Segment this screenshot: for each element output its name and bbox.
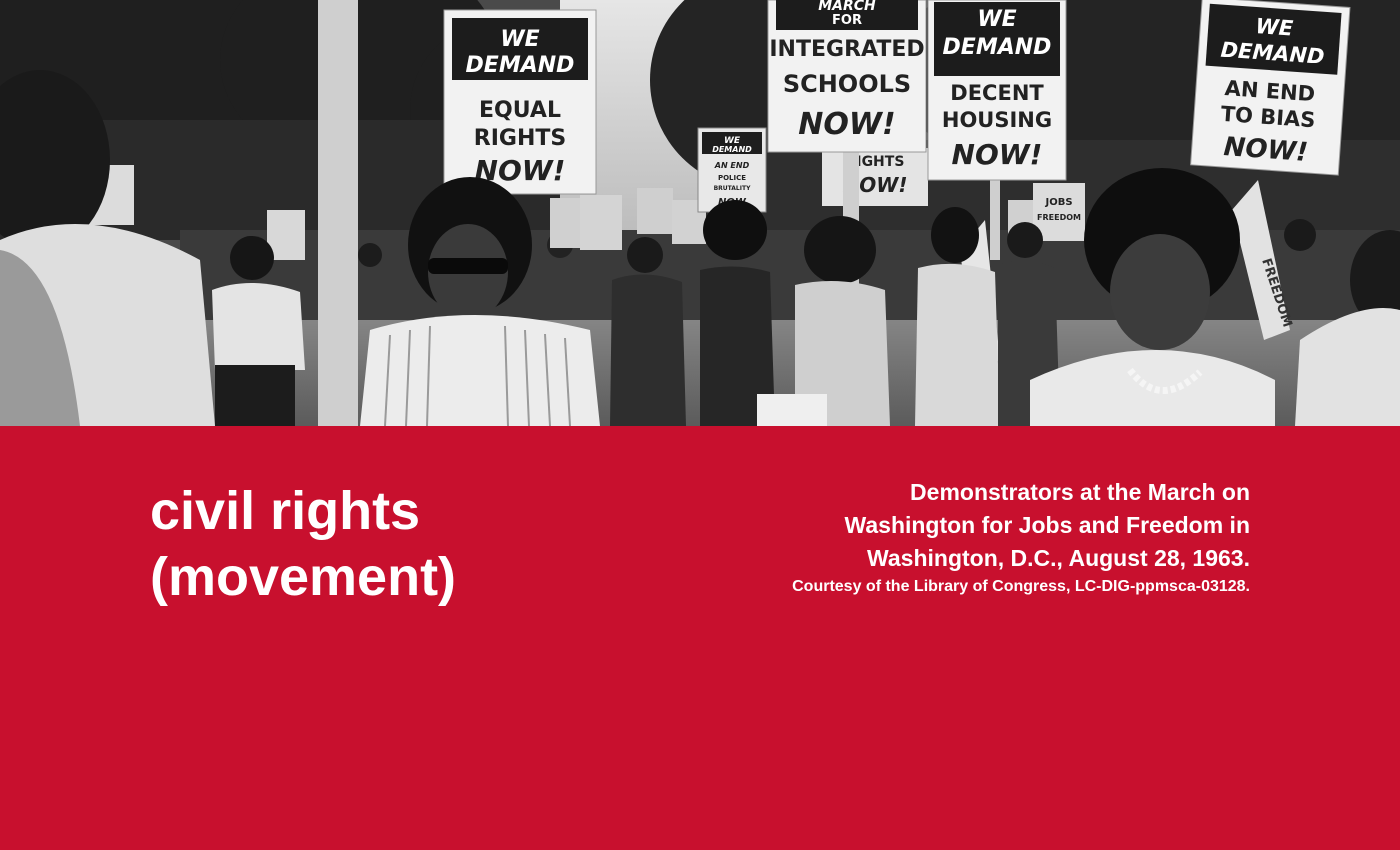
page-title: civil rights (movement) <box>150 478 456 610</box>
sign-bias-line5: NOW! <box>1223 132 1309 168</box>
sign-housing-line2: DEMAND <box>943 35 1052 60</box>
page-title-line1: civil rights <box>150 481 421 541</box>
photo-caption: Demonstrators at the March on Washington… <box>690 476 1250 598</box>
sign-police-line4: POLICE <box>718 174 746 182</box>
sign-police-line5: BRUTALITY <box>714 185 751 192</box>
sign-housing-line1: WE <box>977 7 1016 32</box>
sign-bias-line1: WE <box>1255 14 1295 41</box>
sign-equal-line1: WE <box>500 27 539 52</box>
sign-schools-line5: NOW! <box>798 107 895 142</box>
sign-equal-line4: RIGHTS <box>474 126 566 151</box>
title-panel: civil rights (movement) Demonstrators at… <box>0 426 1400 850</box>
sign-housing-line3: DECENT <box>950 81 1044 105</box>
sign-police-line2: DEMAND <box>712 145 752 154</box>
sign-police-line3: AN END <box>714 161 750 170</box>
page-title-line2: (movement) <box>150 547 457 607</box>
caption-line3: Washington, D.C., August 28, 1963. <box>867 545 1250 571</box>
photo-credit: Courtesy of the Library of Congress, LC-… <box>792 578 1250 595</box>
sign-rights-now: RIGHTS NOW! <box>822 148 928 206</box>
sign-equal-line3: EQUAL <box>479 98 561 123</box>
sign-jobs-line2: FREEDOM <box>1037 213 1081 222</box>
sign-decent-housing: WE DEMAND DECENT HOUSING NOW! <box>927 0 1067 181</box>
caption-line1: Demonstrators at the March on <box>910 479 1250 505</box>
sign-equal-line2: DEMAND <box>466 53 575 78</box>
sign-equal-rights: WE DEMAND EQUAL RIGHTS NOW! <box>443 9 597 195</box>
march-photo-illustration: WE DEMAND AN END POLICE BRUTALITY NOW JO… <box>0 0 1400 426</box>
sign-housing-line5: NOW! <box>952 138 1043 171</box>
sign-schools-line2: FOR <box>832 13 862 28</box>
header-photo: WE DEMAND AN END POLICE BRUTALITY NOW JO… <box>0 0 1400 426</box>
sign-jobs-line1: JOBS <box>1044 197 1072 208</box>
sign-police-brutality: WE DEMAND AN END POLICE BRUTALITY NOW <box>697 127 767 213</box>
caption-line2: Washington for Jobs and Freedom in <box>844 512 1251 538</box>
sign-schools-line1: MARCH <box>818 0 876 14</box>
sign-housing-line4: HOUSING <box>942 108 1052 132</box>
sign-schools-line3: INTEGRATED <box>769 37 924 62</box>
sign-end-to-bias: WE DEMAND AN END TO BIAS NOW! <box>1190 0 1351 176</box>
sign-integrated-schools: MARCH FOR INTEGRATED SCHOOLS NOW! <box>767 0 927 153</box>
sign-schools-line4: SCHOOLS <box>783 70 911 98</box>
